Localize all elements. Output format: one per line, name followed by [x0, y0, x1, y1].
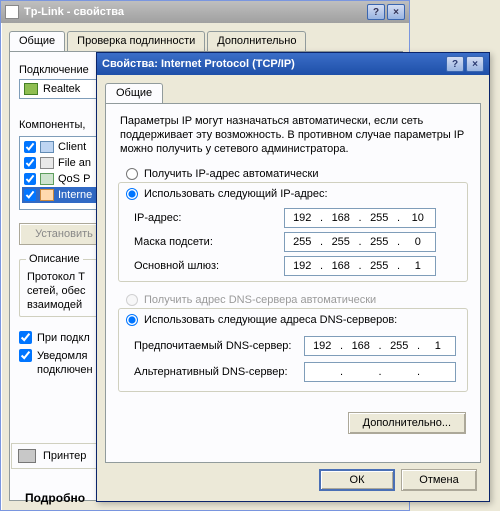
- radio-input[interactable]: [126, 314, 138, 326]
- ip-seg[interactable]: 192: [285, 209, 320, 227]
- check-label: Уведомля: [37, 350, 87, 362]
- dns1-input[interactable]: 192. 168. 255. 1: [304, 336, 456, 356]
- subnet-row: Маска подсети: 255. 255. 255. 0: [134, 232, 436, 252]
- tab-general-bg[interactable]: Общие: [9, 31, 65, 51]
- checkbox[interactable]: [19, 349, 32, 362]
- component-label: Client: [58, 141, 86, 153]
- client-icon: [40, 141, 54, 153]
- help-button-bg[interactable]: ?: [367, 4, 385, 20]
- close-button-bg[interactable]: ×: [387, 4, 405, 20]
- app-icon: [5, 5, 19, 19]
- desc-line: Протокол T: [27, 271, 85, 283]
- titlebar-bg: Tp-Link - свойства ? ×: [1, 1, 409, 23]
- component-checkbox[interactable]: [24, 141, 36, 153]
- nic-name: Realtek: [43, 83, 80, 95]
- subnet-label: Маска подсети:: [134, 236, 284, 248]
- dns2-label: Альтернативный DNS-сервер:: [134, 366, 304, 378]
- radio-input[interactable]: [126, 188, 138, 200]
- radio-manual-dns[interactable]: Использовать следующие адреса DNS-сервер…: [126, 314, 397, 326]
- advanced-button[interactable]: Дополнительно...: [348, 412, 466, 434]
- notify-limited-check[interactable]: Уведомля: [19, 349, 87, 362]
- checkbox[interactable]: [19, 331, 32, 344]
- component-checkbox[interactable]: [24, 173, 36, 185]
- window-tcpip-properties: Свойства: Internet Protocol (TCP/IP) ? ×…: [96, 52, 490, 502]
- radio-manual-ip[interactable]: Использовать следующий IP-адрес:: [126, 188, 328, 200]
- title-fg-text: Свойства: Internet Protocol (TCP/IP): [102, 58, 295, 70]
- cancel-button[interactable]: Отмена: [401, 469, 477, 491]
- desc-line: взаимодей: [27, 299, 82, 311]
- ip-seg[interactable]: [421, 363, 456, 381]
- radio-auto-ip[interactable]: Получить IP-адрес автоматически: [126, 168, 318, 180]
- tcpip-panel: Параметры IP могут назначаться автоматич…: [105, 103, 481, 463]
- ip-seg[interactable]: 255: [362, 233, 397, 251]
- ip-label: IP-адрес:: [134, 212, 284, 224]
- ip-address-input[interactable]: 192. 168. 255. 10: [284, 208, 436, 228]
- dns2-input[interactable]: . . .: [304, 362, 456, 382]
- file-share-icon: [40, 157, 54, 169]
- ip-seg[interactable]: [382, 363, 417, 381]
- subnet-input[interactable]: 255. 255. 255. 0: [284, 232, 436, 252]
- components-label: Компоненты,: [19, 119, 85, 131]
- gateway-label: Основной шлюз:: [134, 260, 284, 272]
- ip-seg[interactable]: 192: [305, 337, 340, 355]
- help-button-fg[interactable]: ?: [446, 56, 464, 72]
- qos-icon: [40, 173, 54, 185]
- radio-label: Получить IP-адрес автоматически: [144, 168, 318, 180]
- ip-seg[interactable]: 192: [285, 257, 320, 275]
- tabs-bg: Общие Проверка подлинности Дополнительно: [9, 31, 308, 51]
- nic-icon: [24, 83, 38, 95]
- ip-seg[interactable]: 10: [401, 209, 436, 227]
- component-checkbox[interactable]: [24, 189, 36, 201]
- radio-label: Использовать следующие адреса DNS-сервер…: [144, 314, 397, 326]
- ip-seg[interactable]: 0: [401, 233, 436, 251]
- component-label: QoS P: [58, 173, 90, 185]
- component-checkbox[interactable]: [24, 157, 36, 169]
- radio-label: Использовать следующий IP-адрес:: [144, 188, 328, 200]
- ip-seg[interactable]: 255: [382, 337, 417, 355]
- radio-auto-dns: Получить адрес DNS-сервера автоматически: [126, 294, 376, 306]
- title-bg-text: Tp-Link - свойства: [24, 6, 124, 18]
- details-heading: Подробно: [25, 491, 85, 505]
- radio-input: [126, 294, 138, 306]
- ip-seg[interactable]: 1: [401, 257, 436, 275]
- description-text: Параметры IP могут назначаться автоматич…: [120, 114, 468, 156]
- connection-label: Подключение: [19, 64, 89, 76]
- tab-auth-bg[interactable]: Проверка подлинности: [67, 31, 205, 51]
- dns1-label: Предпочитаемый DNS-сервер:: [134, 340, 304, 352]
- check-sublabel: подключен: [37, 364, 93, 376]
- ok-button[interactable]: ОК: [319, 469, 395, 491]
- component-label: Interne: [58, 189, 92, 201]
- tcpip-icon: [40, 189, 54, 201]
- check-label: При подкл: [37, 332, 90, 344]
- component-label: File an: [58, 157, 91, 169]
- notify-connect-check[interactable]: При подкл: [19, 331, 90, 344]
- ip-seg[interactable]: [305, 363, 340, 381]
- ip-address-row: IP-адрес: 192. 168. 255. 10: [134, 208, 436, 228]
- printer-label: Принтер: [43, 450, 86, 462]
- gateway-row: Основной шлюз: 192. 168. 255. 1: [134, 256, 436, 276]
- titlebar-fg: Свойства: Internet Protocol (TCP/IP) ? ×: [97, 53, 489, 75]
- radio-input[interactable]: [126, 168, 138, 180]
- tabs-fg: Общие: [105, 83, 163, 103]
- tab-advanced-bg[interactable]: Дополнительно: [207, 31, 306, 51]
- ip-seg[interactable]: 168: [324, 209, 359, 227]
- desc-line: сетей, обес: [27, 285, 85, 297]
- dialog-buttons: ОК Отмена: [319, 469, 477, 491]
- radio-label: Получить адрес DNS-сервера автоматически: [144, 294, 376, 306]
- description-title: Описание: [26, 253, 83, 265]
- ip-seg[interactable]: 168: [344, 337, 379, 355]
- printer-icon: [18, 449, 36, 463]
- ip-seg[interactable]: 255: [362, 209, 397, 227]
- ip-seg[interactable]: 255: [285, 233, 320, 251]
- ip-seg[interactable]: 255: [324, 233, 359, 251]
- ip-seg[interactable]: 1: [421, 337, 456, 355]
- tab-general-fg[interactable]: Общие: [105, 83, 163, 103]
- ip-seg[interactable]: 255: [362, 257, 397, 275]
- ip-seg[interactable]: 168: [324, 257, 359, 275]
- ip-seg[interactable]: [344, 363, 379, 381]
- gateway-input[interactable]: 192. 168. 255. 1: [284, 256, 436, 276]
- dns1-row: Предпочитаемый DNS-сервер: 192. 168. 255…: [134, 336, 456, 356]
- dns2-row: Альтернативный DNS-сервер: . . .: [134, 362, 456, 382]
- close-button-fg[interactable]: ×: [466, 56, 484, 72]
